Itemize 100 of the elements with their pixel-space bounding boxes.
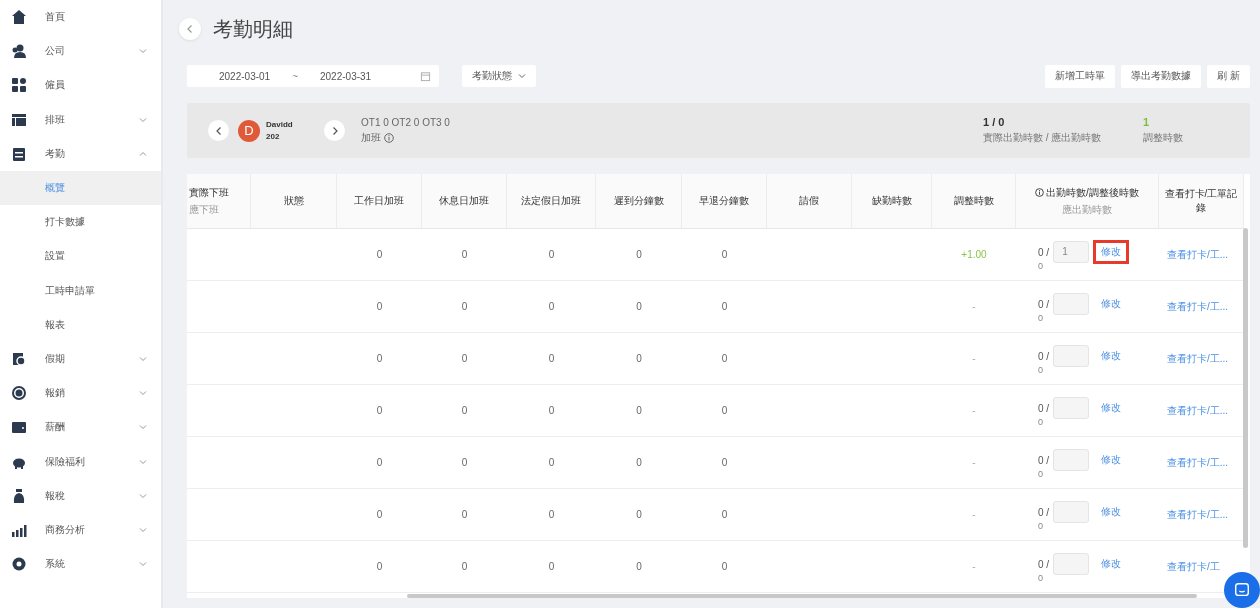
sidebar-item[interactable]: 公司 <box>0 34 161 69</box>
action-button[interactable]: 導出考勤數據 <box>1121 64 1202 88</box>
records-link[interactable]: 查看打卡/工... <box>1167 351 1229 366</box>
sidebar-subitem[interactable]: 工時申請單 <box>0 273 161 308</box>
chat-icon <box>1233 581 1251 599</box>
table-cell: 0 <box>636 249 642 260</box>
scrollbar[interactable] <box>1243 228 1248 548</box>
sidebar-item[interactable]: 報稅 <box>0 478 161 513</box>
wallet-icon <box>11 419 27 436</box>
column-header: 調整時數 <box>932 174 1016 228</box>
back-button[interactable] <box>179 18 201 40</box>
table-cell: 0 <box>461 353 468 364</box>
edit-link[interactable]: 修改 <box>1093 291 1130 316</box>
sidebar-item[interactable]: 排班 <box>0 102 161 137</box>
column-header: 缺勤時數 <box>852 174 932 228</box>
employee-number: 202 <box>266 132 281 141</box>
table-cell: 0 <box>636 509 642 520</box>
action-button[interactable]: 刷 新 <box>1207 64 1250 88</box>
sidebar-subitem[interactable]: 設置 <box>0 239 161 274</box>
sidebar-item[interactable]: 報銷 <box>0 376 161 411</box>
edit-link[interactable]: 修改 <box>1093 551 1130 576</box>
records-link[interactable]: 查看打卡/工 <box>1167 559 1220 574</box>
records-link[interactable]: 查看打卡/工... <box>1167 247 1229 262</box>
date-range-field[interactable]: 2022-03-01 ~ 2022-03-31 <box>187 65 439 87</box>
table-cell: 0 <box>636 301 642 312</box>
table-cell: 0 <box>461 561 468 572</box>
records-link[interactable]: 查看打卡/工... <box>1167 299 1229 314</box>
attended-hours: 0 / <box>1038 298 1050 310</box>
sidebar-item[interactable]: 首頁 <box>0 0 161 35</box>
edit-link[interactable]: 修改 <box>1093 499 1130 524</box>
table-cell: 0 <box>548 457 555 468</box>
chevron-left-icon <box>185 24 195 34</box>
column-header: 遲到分鐘數 <box>596 174 682 228</box>
info-icon <box>1035 188 1045 197</box>
edit-link[interactable]: 修改 <box>1093 343 1130 368</box>
hours-value: 1 / 0 <box>983 116 1006 128</box>
table-cell: 0 <box>721 457 728 468</box>
people-icon <box>11 43 27 60</box>
records-link[interactable]: 查看打卡/工... <box>1167 507 1229 522</box>
sidebar-subitem[interactable]: 打卡數據 <box>0 205 161 240</box>
column-header: 查看打卡/工單記錄 <box>1159 174 1244 228</box>
table-cell: 0 <box>461 509 468 520</box>
sidebar-item[interactable]: 保險福利 <box>0 444 161 479</box>
table-cell: - <box>972 301 976 312</box>
page-title: 考勤明細 <box>213 16 293 42</box>
expected-hours: 0 <box>1038 520 1044 531</box>
edit-link[interactable]: 修改 <box>1093 395 1130 420</box>
chevron-down-icon <box>518 72 526 80</box>
records-link[interactable]: 查看打卡/工... <box>1167 403 1229 418</box>
table-cell: 0 <box>721 249 728 260</box>
sidebar-item[interactable]: 僱員 <box>0 68 161 103</box>
table-cell: 0 <box>721 509 728 520</box>
info-icon <box>384 132 394 143</box>
expected-hours: 0 <box>1038 468 1044 479</box>
expected-hours: 0 <box>1038 572 1044 583</box>
sidebar-item[interactable]: 假期 <box>0 341 161 377</box>
table-cell: 0 <box>636 353 642 364</box>
chat-button[interactable] <box>1224 572 1260 608</box>
sidebar-item[interactable]: 考勤 <box>0 136 161 171</box>
table-cell: 0 <box>376 249 383 260</box>
column-header: 請假 <box>767 174 852 228</box>
sidebar-item[interactable]: 系統 <box>0 547 161 582</box>
table-cell: 0 <box>721 561 728 572</box>
employee-name: Davidd <box>266 120 294 129</box>
table-icon <box>11 111 27 128</box>
table-cell: 0 <box>376 561 383 572</box>
expected-hours: 0 <box>1038 416 1044 427</box>
attended-hours: 0 / <box>1038 506 1050 518</box>
table-cell: - <box>972 405 976 416</box>
coin-icon <box>11 385 27 402</box>
table-cell: 0 <box>721 301 728 312</box>
edit-link[interactable]: 修改 <box>1093 239 1130 264</box>
records-link[interactable]: 查看打卡/工... <box>1167 455 1229 470</box>
adjusted-label: 調整時數 <box>1143 131 1184 145</box>
attended-hours: 0 / <box>1038 454 1050 466</box>
sidebar-item[interactable]: 薪酬 <box>0 410 161 445</box>
table-cell: 0 <box>721 405 728 416</box>
edit-link[interactable]: 修改 <box>1093 447 1130 472</box>
scrollbar[interactable] <box>407 594 1197 598</box>
action-button[interactable]: 新增工時單 <box>1045 64 1116 88</box>
previous-button[interactable] <box>208 120 229 141</box>
attended-hours: 0 / <box>1038 246 1050 258</box>
table-cell: 0 <box>376 405 383 416</box>
column-header: 工作日加班 <box>337 174 422 228</box>
table-cell: 0 <box>548 405 555 416</box>
overtime-values: OT1 0 OT2 0 OT3 0 <box>361 116 450 128</box>
avatar: D <box>238 119 260 142</box>
column-header: 實際下班 應下班 <box>187 174 251 228</box>
sidebar-item[interactable]: 商務分析 <box>0 512 161 547</box>
attended-hours: 0 / <box>1038 402 1050 414</box>
table-cell: 0 <box>548 561 555 572</box>
sidebar-subitem[interactable]: 報表 <box>0 307 161 342</box>
status-dropdown[interactable]: 考勤狀態 <box>462 65 536 87</box>
calendar-icon <box>11 145 27 162</box>
column-header: 法定假日加班 <box>507 174 596 228</box>
table-cell: 0 <box>636 405 642 416</box>
grid-icon <box>11 77 27 94</box>
table-cell: 0 <box>461 457 468 468</box>
next-button[interactable] <box>324 120 345 141</box>
table-cell: 0 <box>548 353 555 364</box>
